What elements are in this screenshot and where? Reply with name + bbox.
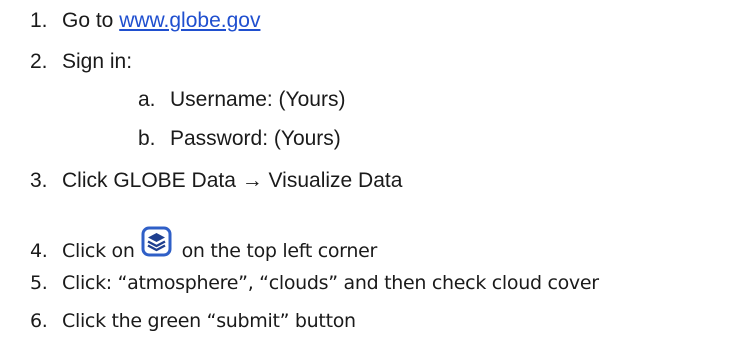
step-2b: b. Password: (Yours) bbox=[138, 128, 341, 149]
step-2a: a. Username: (Yours) bbox=[138, 89, 345, 110]
step-number: b. bbox=[138, 127, 156, 150]
step-text-before-icon: Click on bbox=[62, 240, 135, 262]
step-number: 4. bbox=[30, 240, 48, 262]
step-number: 3. bbox=[30, 169, 48, 192]
step-text: Click: “atmosphere”, “clouds” and then c… bbox=[62, 272, 599, 294]
step-number: 6. bbox=[30, 310, 48, 332]
step-text: Go to bbox=[62, 9, 120, 32]
layers-icon bbox=[141, 226, 172, 257]
globe-website-link[interactable]: www.globe.gov bbox=[119, 9, 260, 32]
step-number: 2. bbox=[30, 50, 48, 73]
step-text: Click the green “submit” button bbox=[62, 310, 356, 332]
step-number: 5. bbox=[30, 272, 48, 294]
step-text: Password: (Yours) bbox=[170, 127, 341, 150]
step-text: Click GLOBE Data → Visualize Data bbox=[62, 169, 403, 192]
step-4: 4. Click on on the top left corner bbox=[30, 226, 378, 267]
step-text: Sign in: bbox=[62, 50, 133, 73]
step-5: 5. Click: “atmosphere”, “clouds” and then… bbox=[30, 274, 599, 293]
step-3: 3. Click GLOBE Data → Visualize Data bbox=[30, 170, 402, 191]
step-6: 6. Click the green “submit” button bbox=[30, 312, 356, 331]
step-number: 1. bbox=[30, 9, 48, 32]
step-1: 1. Go to www.globe.gov bbox=[30, 10, 260, 31]
step-number: a. bbox=[138, 88, 156, 111]
step-2: 2. Sign in: bbox=[30, 51, 132, 72]
step-text: Username: (Yours) bbox=[170, 88, 346, 111]
step-text-after-icon: on the top left corner bbox=[181, 240, 378, 262]
